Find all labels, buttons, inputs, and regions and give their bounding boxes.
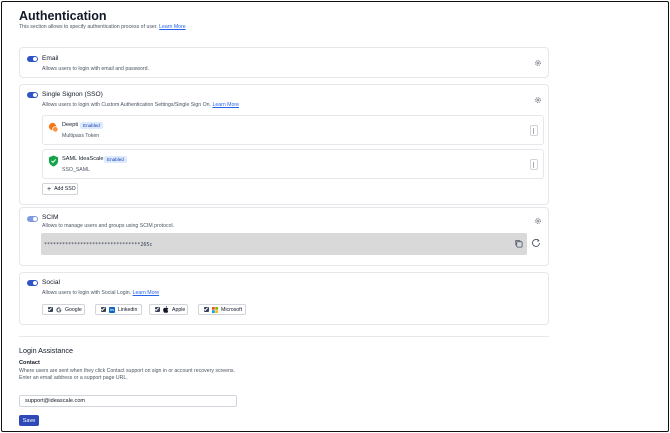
sso-provider-name: Deepti bbox=[62, 122, 79, 128]
social-description: Allows users to login with Social Login.… bbox=[42, 290, 159, 296]
email-card: Email Allows users to login with email a… bbox=[19, 47, 549, 78]
sso-provider-name: SAML IdeaScale bbox=[62, 156, 104, 162]
social-microsoft-option[interactable]: Microsoft bbox=[198, 304, 246, 315]
email-title: Email bbox=[42, 55, 59, 62]
learn-more-link[interactable]: Learn More bbox=[159, 24, 186, 30]
microsoft-icon bbox=[212, 306, 218, 313]
scim-card: SCIM Allows to manage users and groups u… bbox=[19, 207, 549, 266]
google-icon bbox=[56, 306, 62, 312]
add-sso-button[interactable]: + Add SSO bbox=[42, 183, 78, 195]
add-sso-label: Add SSO bbox=[54, 186, 76, 192]
more-vertical-icon[interactable] bbox=[530, 125, 538, 136]
login-assistance-title: Login Assistance bbox=[19, 346, 73, 355]
social-apple-option[interactable]: Apple bbox=[149, 304, 188, 315]
page-title: Authentication bbox=[19, 9, 107, 23]
scim-description: Allows to manage users and groups using … bbox=[42, 223, 175, 229]
contact-input-value: support@ideascale.com bbox=[25, 398, 86, 404]
checkbox-checked-icon[interactable] bbox=[101, 307, 106, 312]
social-google-option[interactable]: Google bbox=[42, 304, 85, 315]
social-provider-label: Linkedin bbox=[118, 306, 138, 313]
scim-token-field[interactable]: ********************************265c bbox=[41, 233, 527, 255]
scim-toggle[interactable] bbox=[27, 216, 38, 222]
social-provider-label: Microsoft bbox=[221, 306, 243, 313]
sso-title: Single Signon (SSO) bbox=[42, 91, 103, 98]
social-linkedin-option[interactable]: in Linkedin bbox=[95, 304, 142, 315]
apple-icon bbox=[163, 306, 169, 313]
contact-input[interactable]: support@ideascale.com bbox=[19, 395, 237, 407]
linkedin-icon: in bbox=[109, 306, 115, 313]
divider bbox=[19, 336, 549, 337]
social-provider-label: Google bbox=[65, 306, 82, 313]
save-button[interactable]: Save bbox=[19, 415, 39, 426]
gear-icon[interactable] bbox=[534, 217, 542, 225]
sso-card: Single Signon (SSO) Allows users to logi… bbox=[19, 84, 549, 205]
contact-help-line2: Enter an email address or a support page… bbox=[19, 375, 128, 381]
checkbox-checked-icon[interactable] bbox=[204, 307, 209, 312]
social-card: Social Allows users to login with Social… bbox=[19, 272, 549, 325]
social-provider-label: Apple bbox=[172, 306, 186, 313]
status-badge: Enabled bbox=[104, 156, 127, 163]
sso-learn-more-link[interactable]: Learn More bbox=[212, 102, 239, 108]
shield-icon bbox=[48, 155, 59, 167]
more-vertical-icon[interactable] bbox=[530, 159, 538, 170]
email-description: Allows users to login with email and pas… bbox=[42, 66, 149, 72]
checkbox-checked-icon[interactable] bbox=[48, 307, 53, 312]
page-description-text: This section allows to specify authentic… bbox=[19, 24, 158, 30]
contact-label: Contact bbox=[19, 360, 40, 366]
sso-description-text: Allows users to login with Custom Authen… bbox=[42, 102, 211, 108]
scim-token-value: ********************************265c bbox=[44, 242, 153, 248]
refresh-icon[interactable] bbox=[531, 238, 541, 248]
page-description: This section allows to specify authentic… bbox=[19, 24, 186, 30]
sso-toggle[interactable] bbox=[27, 92, 38, 98]
multipass-icon bbox=[48, 122, 59, 133]
social-title: Social bbox=[42, 279, 60, 286]
status-badge: Enabled bbox=[80, 122, 103, 129]
copy-icon[interactable] bbox=[514, 239, 523, 248]
contact-help-line1: Where users are sent when they click Con… bbox=[19, 368, 235, 374]
scim-title: SCIM bbox=[42, 214, 59, 221]
plus-icon: + bbox=[47, 185, 52, 193]
checkbox-checked-icon[interactable] bbox=[155, 307, 160, 312]
sso-description: Allows users to login with Custom Authen… bbox=[42, 102, 239, 108]
sso-provider-saml[interactable]: SAML IdeaScale Enabled SSO_SAML bbox=[42, 149, 544, 179]
social-toggle[interactable] bbox=[27, 280, 38, 286]
social-description-text: Allows users to login with Social Login. bbox=[42, 290, 132, 296]
social-learn-more-link[interactable]: Learn More bbox=[133, 290, 160, 296]
sso-provider-deepti[interactable]: Deepti Enabled Multipass Token bbox=[42, 115, 544, 145]
sso-provider-type: SSO_SAML bbox=[62, 167, 90, 173]
gear-icon[interactable] bbox=[534, 96, 542, 104]
email-toggle[interactable] bbox=[27, 56, 38, 62]
sso-provider-type: Multipass Token bbox=[62, 133, 100, 139]
gear-icon[interactable] bbox=[534, 59, 542, 67]
